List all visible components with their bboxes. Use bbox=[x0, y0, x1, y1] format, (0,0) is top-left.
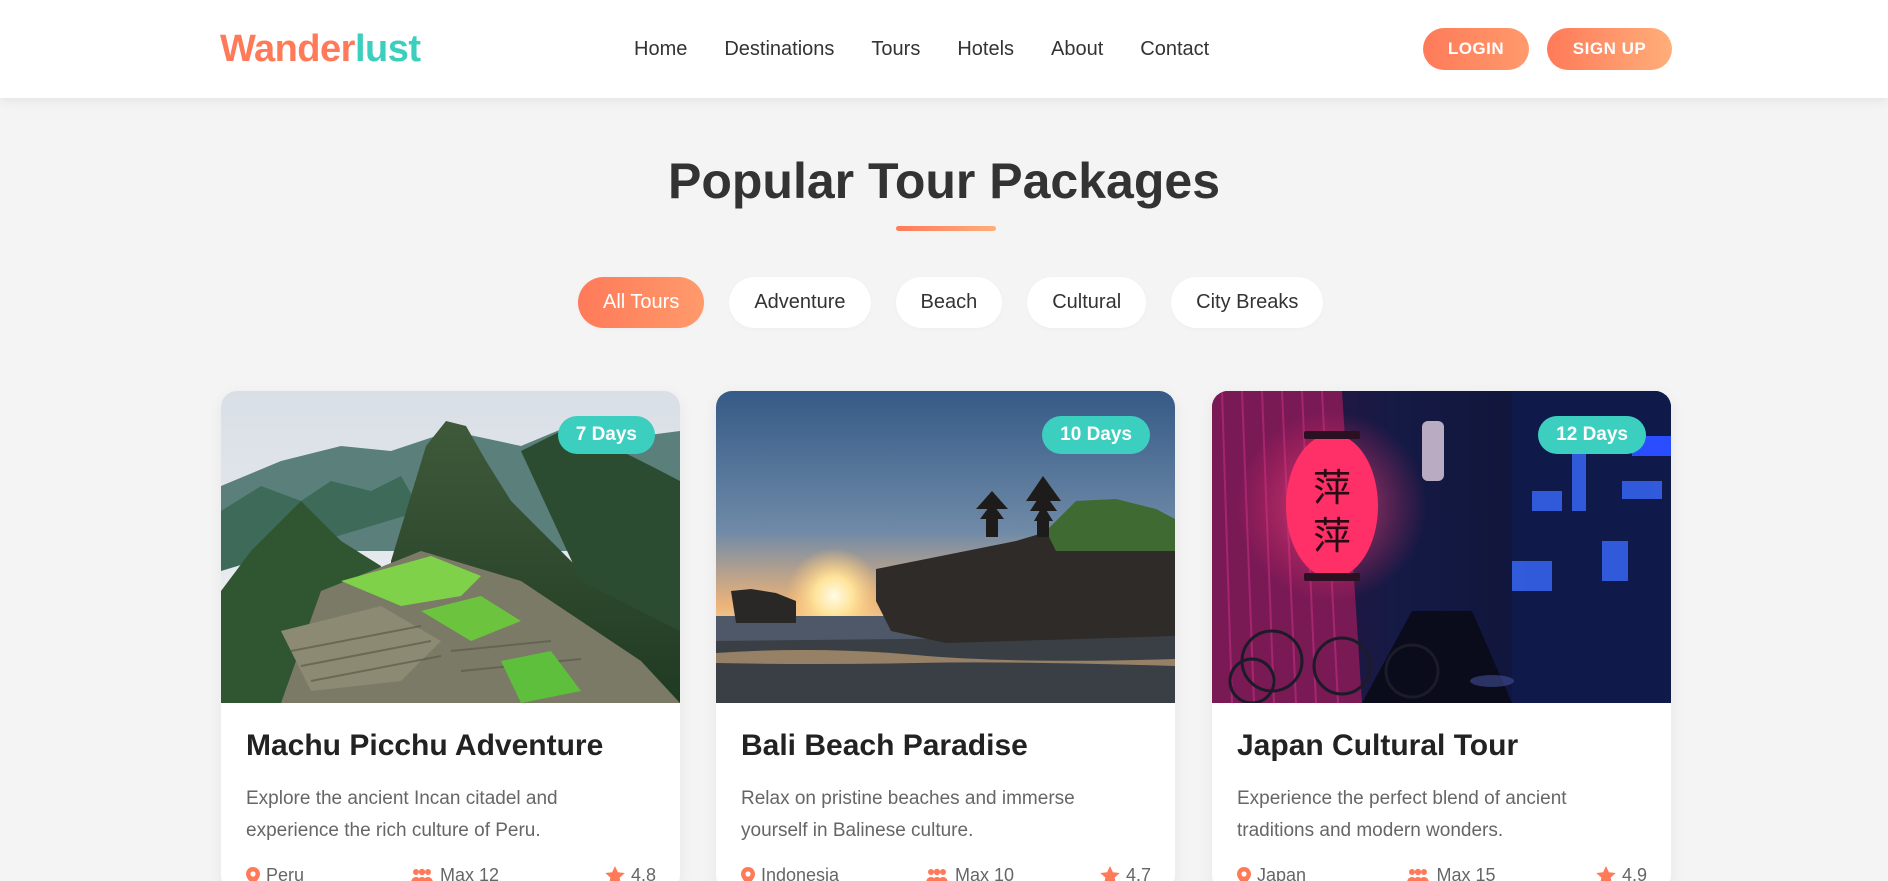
rating-text: 4.9 bbox=[1621, 865, 1647, 881]
nav-destinations[interactable]: Destinations bbox=[724, 38, 834, 61]
map-pin-icon bbox=[246, 866, 260, 881]
rating-text: 4.7 bbox=[1125, 865, 1151, 881]
rating-text: 4.8 bbox=[630, 865, 656, 881]
tour-meta: Peru Max 12 4.8 bbox=[246, 865, 656, 881]
tour-card-japan[interactable]: 萍 萍 12 Days Japan Cultural Tour Experien… bbox=[1212, 391, 1671, 881]
tour-card-machu-picchu[interactable]: 7 Days Machu Picchu Adventure Explore th… bbox=[221, 391, 680, 881]
tour-group-size: Max 12 bbox=[410, 865, 499, 881]
tour-image-japan[interactable]: 萍 萍 12 Days bbox=[1212, 391, 1671, 703]
tour-meta: Japan Max 15 4.9 bbox=[1237, 865, 1647, 881]
tour-location: Japan bbox=[1237, 865, 1306, 881]
filter-beach[interactable]: Beach bbox=[895, 277, 1003, 328]
tour-filter-bar: All Tours Adventure Beach Cultural City … bbox=[578, 277, 1324, 328]
login-button[interactable]: LOGIN bbox=[1423, 28, 1529, 70]
group-size-text: Max 15 bbox=[1436, 865, 1496, 881]
filter-city-breaks[interactable]: City Breaks bbox=[1171, 277, 1324, 328]
site-header: Wanderlust Home Destinations Tours Hotel… bbox=[0, 0, 1888, 98]
logo-part-wander: Wander bbox=[220, 28, 355, 70]
star-icon bbox=[1596, 866, 1616, 881]
signup-button[interactable]: SIGN UP bbox=[1547, 28, 1672, 70]
nav-home[interactable]: Home bbox=[634, 38, 687, 61]
tour-location: Indonesia bbox=[741, 865, 839, 881]
group-size-text: Max 10 bbox=[955, 865, 1015, 881]
svg-text:萍: 萍 bbox=[1313, 514, 1351, 558]
filter-adventure[interactable]: Adventure bbox=[729, 277, 871, 328]
tour-description: Explore the ancient Incan citadel and ex… bbox=[246, 788, 558, 841]
nav-contact[interactable]: Contact bbox=[1140, 38, 1209, 61]
tour-description: Experience the perfect blend of ancient … bbox=[1237, 788, 1567, 841]
filter-cultural[interactable]: Cultural bbox=[1027, 277, 1147, 328]
map-pin-icon bbox=[741, 866, 755, 881]
group-size-text: Max 12 bbox=[439, 865, 500, 881]
main-nav: Home Destinations Tours Hotels About Con… bbox=[634, 38, 1209, 61]
location-text: Peru bbox=[266, 865, 305, 881]
star-icon bbox=[605, 866, 625, 881]
section-title: Popular Tour Packages bbox=[667, 153, 1221, 209]
tour-group-size: Max 10 bbox=[925, 865, 1014, 881]
title-underline bbox=[896, 226, 996, 231]
tour-title[interactable]: Japan Cultural Tour bbox=[1237, 729, 1518, 763]
users-icon bbox=[926, 868, 948, 881]
location-text: Japan bbox=[1257, 865, 1307, 881]
duration-badge: 12 Days bbox=[1538, 416, 1646, 454]
nav-about[interactable]: About bbox=[1051, 38, 1103, 61]
map-pin-icon bbox=[1237, 866, 1251, 881]
lantern-characters: 萍 bbox=[1313, 466, 1351, 510]
nav-tours[interactable]: Tours bbox=[871, 38, 920, 61]
logo-part-lust: lust bbox=[354, 28, 421, 70]
duration-badge: 10 Days bbox=[1042, 416, 1150, 454]
tour-title[interactable]: Bali Beach Paradise bbox=[741, 729, 1028, 763]
tour-rating: 4.7 bbox=[1100, 865, 1151, 881]
tour-group-size: Max 15 bbox=[1406, 865, 1496, 881]
star-icon bbox=[1100, 866, 1120, 881]
duration-badge: 7 Days bbox=[557, 416, 655, 454]
nav-hotels[interactable]: Hotels bbox=[957, 38, 1014, 61]
tour-image-machu-picchu[interactable]: 7 Days bbox=[221, 391, 680, 703]
tour-meta: Indonesia Max 10 4.7 bbox=[741, 865, 1151, 881]
logo[interactable]: Wanderlust bbox=[220, 28, 421, 71]
location-text: Indonesia bbox=[761, 865, 840, 881]
tour-image-bali[interactable]: 10 Days bbox=[716, 391, 1175, 703]
tour-description: Relax on pristine beaches and immerse yo… bbox=[741, 788, 1075, 841]
tour-rating: 4.9 bbox=[1596, 865, 1647, 881]
tour-title[interactable]: Machu Picchu Adventure bbox=[246, 729, 603, 763]
users-icon bbox=[411, 868, 433, 881]
tour-rating: 4.8 bbox=[605, 865, 656, 881]
tour-location: Peru bbox=[246, 865, 304, 881]
users-icon bbox=[1407, 868, 1430, 881]
tour-card-bali[interactable]: 10 Days Bali Beach Paradise Relax on pri… bbox=[716, 391, 1175, 881]
filter-all-tours[interactable]: All Tours bbox=[578, 277, 705, 328]
